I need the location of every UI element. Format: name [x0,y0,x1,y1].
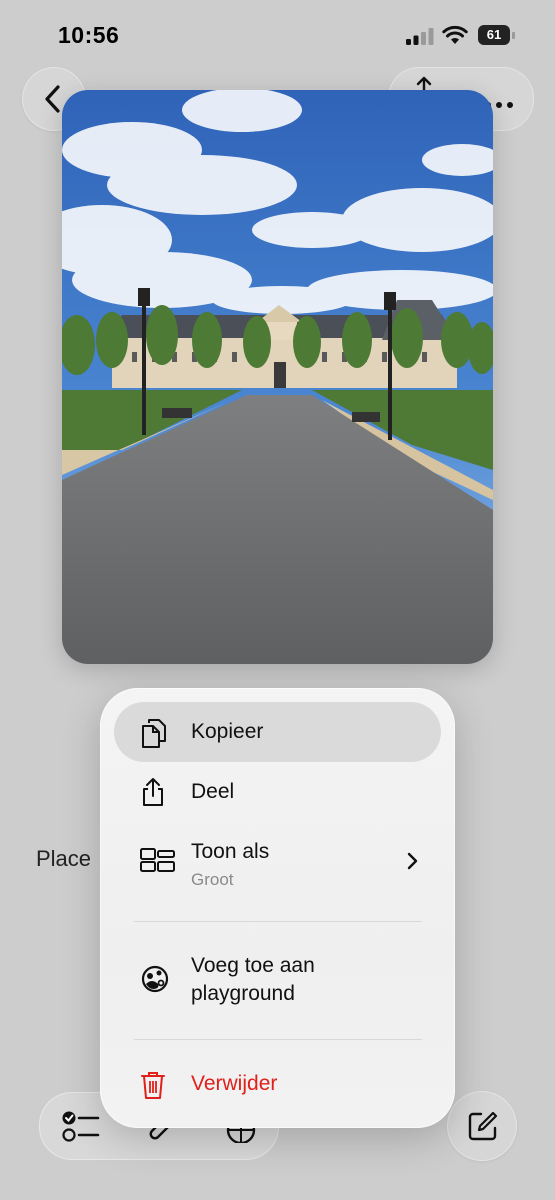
battery-icon: 61 [478,25,516,47]
menu-item-label: Verwijder [191,1072,278,1095]
menu-item-share[interactable]: Deel [114,762,441,822]
menu-item-playground[interactable]: Voeg toe aan playground [114,950,441,1012]
menu-item-label: Voeg toe aan playground [191,954,315,1005]
note-body-text[interactable]: Place [36,846,91,872]
status-time: 10:56 [58,22,120,48]
menu-divider [134,1039,422,1040]
signal-icon [406,28,434,45]
menu-item-delete[interactable]: Verwijder [114,1060,441,1110]
chevron-right-icon [407,852,418,870]
battery-level: 61 [486,27,502,42]
share-icon [143,778,163,806]
compose-button[interactable] [447,1091,517,1161]
trash-icon [141,1072,165,1099]
wifi-icon [442,25,468,44]
menu-item-view-as[interactable]: Toon als Groot [114,828,441,898]
menu-item-label: Toon als [191,840,270,863]
copy-icon [142,719,166,748]
menu-item-sublabel: Groot [191,870,234,889]
playground-icon [141,965,169,993]
menu-item-label: Kopieer [191,720,264,743]
menu-item-copy[interactable]: Kopieer [114,702,441,762]
photo-image [62,90,493,664]
menu-divider [134,921,422,922]
context-menu: Kopieer Deel Toon als Groot Voeg toe aan… [100,688,455,1128]
note-photo[interactable] [62,90,493,664]
status-bar: 10:56 61 [0,0,555,70]
chevron-left-icon [45,85,60,113]
checklist-icon[interactable] [62,1111,100,1143]
compose-icon [468,1111,498,1141]
view-layout-icon [140,848,175,872]
menu-item-label: Deel [191,780,235,803]
